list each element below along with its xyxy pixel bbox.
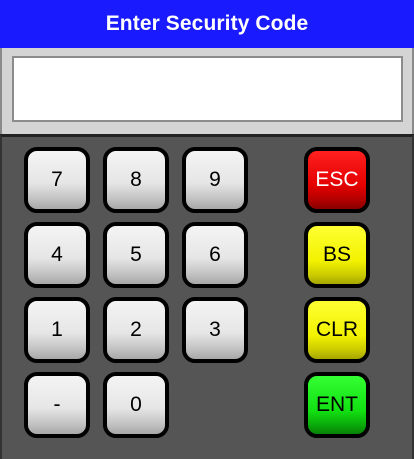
key-0-label: 0 [130,393,142,416]
key-6-label: 6 [209,243,221,266]
display-frame [0,48,414,134]
key-0[interactable]: 0 [103,372,169,438]
key-2-label: 2 [130,318,142,341]
key-1[interactable]: 1 [24,297,90,363]
key-4[interactable]: 4 [24,222,90,288]
backspace-button[interactable]: BS [304,222,370,288]
key-5[interactable]: 5 [103,222,169,288]
key-3[interactable]: 3 [182,297,248,363]
key-9[interactable]: 9 [182,147,248,213]
security-code-display[interactable] [12,56,403,122]
clear-button[interactable]: CLR [304,297,370,363]
esc-button-label: ESC [315,168,359,191]
dialog-title: Enter Security Code [0,0,414,48]
key-5-label: 5 [130,243,142,266]
key-minus[interactable]: - [24,372,90,438]
esc-button[interactable]: ESC [304,147,370,213]
enter-button-label: ENT [316,393,358,416]
key-2[interactable]: 2 [103,297,169,363]
key-minus-label: - [53,393,61,416]
enter-button[interactable]: ENT [304,372,370,438]
security-code-dialog: Enter Security Code 7 8 9 ESC 4 5 6 BS 1… [0,0,414,459]
key-1-label: 1 [51,318,63,341]
key-9-label: 9 [209,168,221,191]
key-8[interactable]: 8 [103,147,169,213]
key-3-label: 3 [209,318,221,341]
clear-button-label: CLR [315,318,358,341]
key-8-label: 8 [130,168,142,191]
key-6[interactable]: 6 [182,222,248,288]
key-7[interactable]: 7 [24,147,90,213]
key-4-label: 4 [51,243,63,266]
keypad: 7 8 9 ESC 4 5 6 BS 1 2 3 CLR - 0 ENT [0,134,414,459]
backspace-button-label: BS [322,243,351,266]
key-7-label: 7 [51,168,63,191]
